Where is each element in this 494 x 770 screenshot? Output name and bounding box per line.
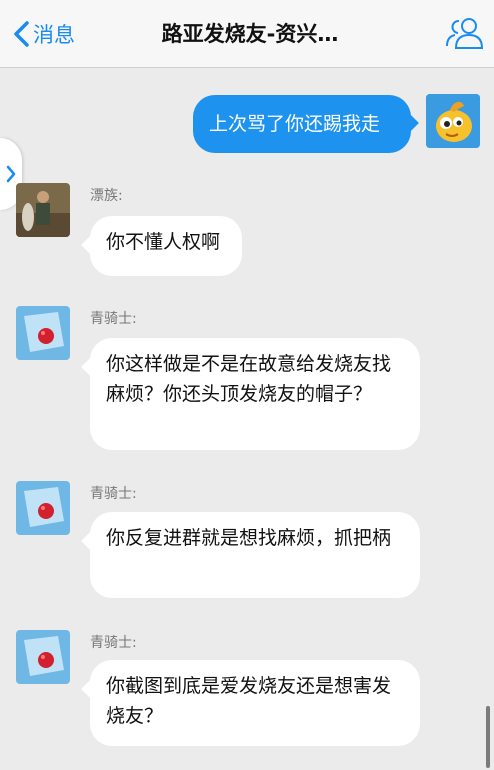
ice-cube-image bbox=[16, 481, 70, 535]
message-text: 你反复进群就是想找麻烦，抓把柄 bbox=[106, 527, 392, 549]
message-bubble[interactable]: 你不懂人权啊 bbox=[90, 216, 242, 276]
chevron-left-icon bbox=[14, 21, 29, 47]
back-button[interactable]: 消息 bbox=[12, 18, 75, 50]
people-icon bbox=[446, 18, 484, 49]
sender-name: 青骑士: bbox=[90, 311, 137, 327]
message-text: 你截图到底是爱发烧友还是想害发烧友？ bbox=[106, 675, 392, 727]
scrollbar[interactable] bbox=[486, 706, 490, 768]
ice-cube-image bbox=[16, 306, 70, 360]
fisherman-photo bbox=[16, 183, 70, 237]
message-bubble[interactable]: 你这样做是不是在故意给发烧友找麻烦？你还头顶发烧友的帽子？ bbox=[90, 338, 420, 450]
chat-title: 路亚发烧友-资兴… bbox=[161, 22, 339, 46]
message-bubble-outgoing[interactable]: 上次骂了你还踢我走 bbox=[193, 95, 411, 153]
nav-bar: 消息 路亚发烧友-资兴… bbox=[0, 0, 494, 68]
ice-cube-image bbox=[16, 630, 70, 684]
avatar-sender[interactable] bbox=[16, 630, 70, 684]
message-text: 上次骂了你还踢我走 bbox=[209, 113, 381, 135]
message-bubble[interactable]: 你截图到底是爱发烧友还是想害发烧友？ bbox=[90, 660, 420, 746]
sender-name: 青骑士: bbox=[90, 486, 137, 502]
fish-avatar-image bbox=[426, 94, 480, 148]
avatar-self[interactable] bbox=[426, 94, 480, 148]
members-button[interactable] bbox=[444, 15, 484, 51]
sender-name: 青骑士: bbox=[90, 635, 137, 651]
back-label: 消息 bbox=[33, 23, 75, 47]
message-text: 你不懂人权啊 bbox=[106, 231, 221, 253]
avatar-sender[interactable] bbox=[16, 183, 70, 237]
message-bubble[interactable]: 你反复进群就是想找麻烦，抓把柄 bbox=[90, 512, 420, 598]
avatar-sender[interactable] bbox=[16, 481, 70, 535]
avatar-sender[interactable] bbox=[16, 306, 70, 360]
chevron-right-icon bbox=[6, 165, 16, 183]
sender-name: 漂族: bbox=[90, 188, 123, 204]
message-text: 你这样做是不是在故意给发烧友找麻烦？你还头顶发烧友的帽子？ bbox=[106, 353, 392, 405]
